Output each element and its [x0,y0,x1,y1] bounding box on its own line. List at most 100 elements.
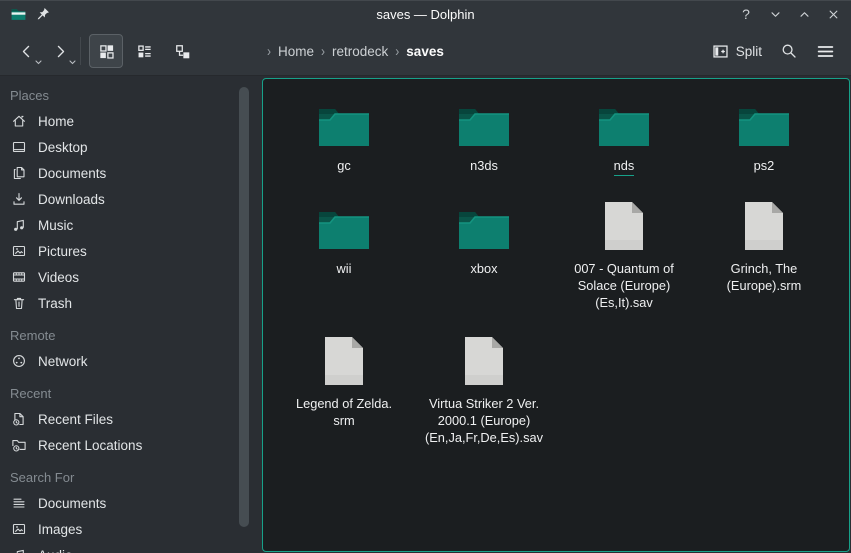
item-label-line: Virtua Striker 2 Ver. [425,395,543,412]
folder-item-wii[interactable]: wii [274,200,414,277]
item-label-line: Solace (Europe) [574,277,674,294]
file-icon [462,335,506,387]
item-label: gc [337,157,351,174]
pictures-icon [11,521,27,537]
close-button[interactable] [825,6,841,22]
item-label-line: (Es,It).sav [574,294,674,311]
minimize-button[interactable] [767,6,783,22]
item-icon [316,97,372,149]
breadcrumb-home[interactable]: Home [278,44,314,59]
sidebar-item-audio[interactable]: Audio [0,542,261,553]
split-label: Split [736,44,762,59]
breadcrumb-separator: › [395,44,399,59]
file-item-virtua-striker-2-ver-2000-1-europe-en-ja-fr-de-es-sav[interactable]: Virtua Striker 2 Ver.2000.1 (Europe)(En,… [414,335,554,446]
sidebar-item-music[interactable]: Music [0,212,261,238]
sidebar-item-label: Recent Locations [38,438,142,453]
file-icon [742,200,786,252]
split-button[interactable]: Split [712,43,762,60]
folder-item-ps2[interactable]: ps2 [694,97,834,174]
item-label-line: (Europe).srm [727,277,802,294]
item-icon [316,200,372,252]
menu-button[interactable] [816,42,835,61]
sidebar-item-desktop[interactable]: Desktop [0,134,261,160]
folder-icon [596,101,652,149]
sidebar-item-documents[interactable]: Documents [0,160,261,186]
item-icon [462,335,506,387]
item-label: n3ds [470,157,498,174]
breadcrumb-separator: › [321,44,325,59]
maximize-button[interactable] [796,6,812,22]
search-button[interactable] [780,42,798,60]
trash-icon [11,295,27,311]
section-header: Recent [0,380,261,406]
sidebar-section-search-for: Search ForDocumentsImagesAudio [0,464,261,553]
dolphin-window: saves — Dolphin ? › Home [0,0,851,553]
breadcrumb-retrodeck[interactable]: retrodeck [332,44,388,59]
sidebar-item-label: Downloads [38,192,105,207]
desktop-icon [11,139,27,155]
home-icon [11,113,27,129]
item-icon [596,97,652,149]
recent-locations-icon [11,437,27,453]
documents-icon [11,165,27,181]
pictures-icon [11,243,27,259]
help-button[interactable]: ? [738,6,754,22]
folder-item-gc[interactable]: gc [274,97,414,174]
split-icon [712,43,729,60]
file-grid: gc n3ds nds ps2 wii xbox 007 - Quantum ofSolac… [274,97,849,446]
file-item-007-quantum-of-solace-europe-es-it-sav[interactable]: 007 - Quantum ofSolace (Europe)(Es,It).s… [554,200,694,311]
pin-icon[interactable] [36,7,50,21]
details-view-button[interactable] [127,34,161,68]
folder-icon [316,204,372,252]
item-label-line: 007 - Quantum of [574,260,674,277]
file-icon [602,200,646,252]
folder-item-xbox[interactable]: xbox [414,200,554,277]
item-label: Legend of Zelda.srm [296,395,392,429]
folder-view[interactable]: gc n3ds nds ps2 wii xbox 007 - Quantum ofSolac… [262,78,850,552]
music-icon [11,547,27,553]
item-label: wii [337,260,352,277]
item-icon [602,200,646,252]
sidebar-scrollbar[interactable] [239,87,249,527]
item-icon [456,97,512,149]
window-title: saves — Dolphin [0,7,851,22]
tree-view-icon [174,43,191,60]
tree-view-button[interactable] [165,34,199,68]
item-icon [322,335,366,387]
sidebar-item-recent-files[interactable]: Recent Files [0,406,261,432]
file-item-grinch-the-europe-srm[interactable]: Grinch, The(Europe).srm [694,200,834,294]
sidebar-item-documents[interactable]: Documents [0,490,261,516]
sidebar-section-remote: RemoteNetwork [0,322,261,374]
search-icon [780,42,798,60]
file-item-legend-of-zelda-srm[interactable]: Legend of Zelda.srm [274,335,414,429]
sidebar-item-pictures[interactable]: Pictures [0,238,261,264]
back-button[interactable] [12,36,40,66]
sidebar-item-videos[interactable]: Videos [0,264,261,290]
folder-item-nds[interactable]: nds [554,97,694,176]
folder-item-n3ds[interactable]: n3ds [414,97,554,174]
item-label-line: xbox [470,260,497,277]
breadcrumb-saves[interactable]: saves [406,44,444,59]
sidebar-item-network[interactable]: Network [0,348,261,374]
sidebar-item-images[interactable]: Images [0,516,261,542]
sidebar-item-downloads[interactable]: Downloads [0,186,261,212]
chevron-left-icon [18,43,35,60]
network-icon [11,353,27,369]
item-label-line: n3ds [470,157,498,174]
forward-button[interactable] [46,36,74,66]
sidebar-item-trash[interactable]: Trash [0,290,261,316]
caret-down-icon [69,60,76,65]
item-label: ps2 [754,157,775,174]
item-label: Virtua Striker 2 Ver.2000.1 (Europe)(En,… [425,395,543,446]
sidebar-item-label: Audio [38,548,73,553]
folder-icon [10,6,27,23]
item-label-line: (En,Ja,Fr,De,Es).sav [425,429,543,446]
sidebar-item-home[interactable]: Home [0,108,261,134]
item-label-line: ps2 [754,157,775,174]
icons-view-icon [98,43,115,60]
icons-view-button[interactable] [89,34,123,68]
folder-icon [736,101,792,149]
item-label: 007 - Quantum ofSolace (Europe)(Es,It).s… [574,260,674,311]
sidebar-item-recent-locations[interactable]: Recent Locations [0,432,261,458]
sidebar-section-recent: RecentRecent Files Recent Locations [0,380,261,458]
